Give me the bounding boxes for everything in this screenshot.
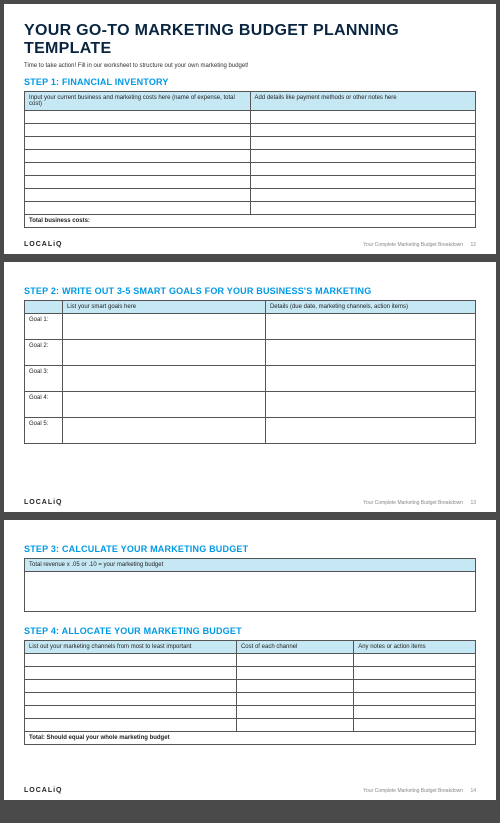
goal-label: Goal 5: <box>25 418 63 444</box>
goal-label: Goal 4: <box>25 392 63 418</box>
step4-col3: Any notes or action items <box>354 641 476 654</box>
table-row: Goal 5: <box>25 418 476 444</box>
step2-col0 <box>25 301 63 314</box>
goal-label: Goal 2: <box>25 340 63 366</box>
table-row <box>25 706 476 719</box>
goal-label: Goal 3: <box>25 366 63 392</box>
table-row <box>25 137 476 150</box>
page-footer: LOCALiQ Your Complete Marketing Budget B… <box>24 787 476 794</box>
table-row <box>25 176 476 189</box>
brand-logo: LOCALiQ <box>24 499 63 506</box>
step4-col1: List out your marketing channels from mo… <box>25 641 237 654</box>
step1-heading: STEP 1: FINANCIAL INVENTORY <box>24 77 476 87</box>
table-row <box>25 189 476 202</box>
brand-logo: LOCALiQ <box>24 241 63 248</box>
step2-heading: STEP 2: WRITE OUT 3-5 SMART GOALS FOR YO… <box>24 286 476 296</box>
table-row <box>25 654 476 667</box>
step4-table: List out your marketing channels from mo… <box>24 640 476 745</box>
step3-heading: STEP 3: CALCULATE YOUR MARKETING BUDGET <box>24 544 476 554</box>
doc-subtitle: Time to take action! Fill in our workshe… <box>24 63 476 69</box>
step1-total-row: Total business costs: <box>25 215 476 228</box>
footer-right: Your Complete Marketing Budget Breakdown… <box>363 788 476 794</box>
table-row <box>25 693 476 706</box>
table-row <box>25 163 476 176</box>
step1-col2: Add details like payment methods or othe… <box>250 92 476 111</box>
table-row: Goal 3: <box>25 366 476 392</box>
footer-right: Your Complete Marketing Budget Breakdown… <box>363 500 476 506</box>
step2-col1: List your smart goals here <box>63 301 266 314</box>
page-footer: LOCALiQ Your Complete Marketing Budget B… <box>24 499 476 506</box>
table-row: Goal 4: <box>25 392 476 418</box>
step3-table: Total revenue x .05 or .10 = your market… <box>24 558 476 612</box>
table-row <box>25 150 476 163</box>
step1-col1: Input your current business and marketin… <box>25 92 251 111</box>
table-row <box>25 572 476 612</box>
page-footer: LOCALiQ Your Complete Marketing Budget B… <box>24 241 476 248</box>
step4-col2: Cost of each channel <box>236 641 353 654</box>
table-row <box>25 667 476 680</box>
page-number: 13 <box>470 500 476 506</box>
step2-col2: Details (due date, marketing channels, a… <box>265 301 475 314</box>
table-row <box>25 680 476 693</box>
table-row: Goal 1: <box>25 314 476 340</box>
page-2: STEP 2: WRITE OUT 3-5 SMART GOALS FOR YO… <box>4 262 496 512</box>
step1-total-label: Total business costs: <box>25 215 476 228</box>
goal-label: Goal 1: <box>25 314 63 340</box>
step2-table: List your smart goals here Details (due … <box>24 300 476 444</box>
page-1: YOUR GO-TO MARKETING BUDGET PLANNING TEM… <box>4 4 496 254</box>
table-row: Goal 2: <box>25 340 476 366</box>
step4-total-label: Total: Should equal your whole marketing… <box>25 732 476 745</box>
table-row <box>25 202 476 215</box>
step1-table: Input your current business and marketin… <box>24 91 476 228</box>
table-row <box>25 111 476 124</box>
brand-logo: LOCALiQ <box>24 787 63 794</box>
doc-title: YOUR GO-TO MARKETING BUDGET PLANNING TEM… <box>24 22 476 57</box>
table-row <box>25 719 476 732</box>
footer-right: Your Complete Marketing Budget Breakdown… <box>363 242 476 248</box>
step3-formula: Total revenue x .05 or .10 = your market… <box>25 559 476 572</box>
step4-total-row: Total: Should equal your whole marketing… <box>25 732 476 745</box>
step4-heading: STEP 4: ALLOCATE YOUR MARKETING BUDGET <box>24 626 476 636</box>
page-number: 14 <box>470 788 476 794</box>
page-3: STEP 3: CALCULATE YOUR MARKETING BUDGET … <box>4 520 496 800</box>
page-number: 12 <box>470 242 476 248</box>
table-row <box>25 124 476 137</box>
